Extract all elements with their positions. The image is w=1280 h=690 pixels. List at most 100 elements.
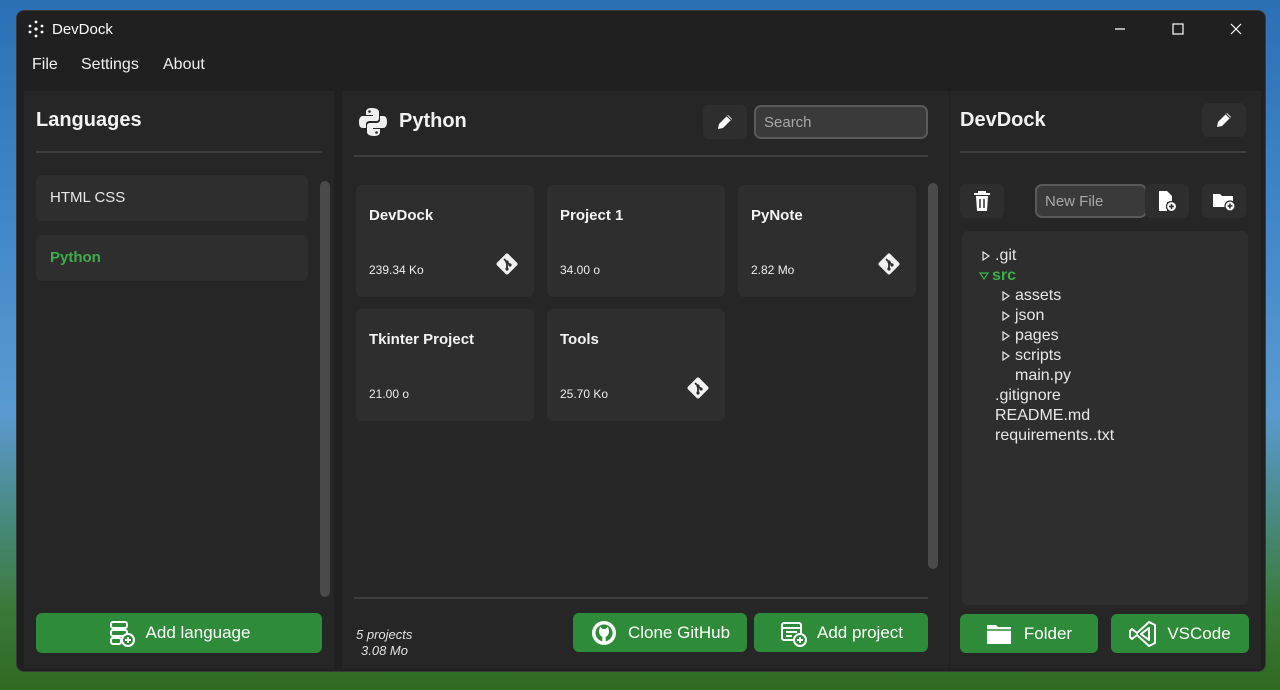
language-label: HTML CSS <box>50 189 126 206</box>
project-size: 2.82 Mo <box>751 263 795 277</box>
project-size: 34.00 o <box>560 263 601 277</box>
tree-node-scripts[interactable]: scripts <box>1002 347 1061 365</box>
tree-node-label: assets <box>1015 287 1062 304</box>
minimize-icon <box>1115 28 1125 30</box>
project-card-devdock[interactable]: DevDock 239.34 Ko <box>356 185 534 297</box>
tree-node-json[interactable]: json <box>1002 307 1044 325</box>
clone-github-label: Clone GitHub <box>627 622 731 642</box>
files-panel: DevDock New File .git src assets json pa… <box>950 91 1261 669</box>
projects-header-divider <box>354 155 928 157</box>
project-search-input[interactable] <box>754 105 928 139</box>
pencil-icon <box>718 115 732 129</box>
edit-project-button[interactable] <box>1202 103 1246 137</box>
clone-github-button[interactable]: Clone GitHub <box>573 613 747 652</box>
tree-node-readme[interactable]: README.md <box>995 407 1090 425</box>
app-logo-icon <box>28 20 44 38</box>
tree-node-label: src <box>992 267 1017 284</box>
language-label: Python <box>50 249 101 266</box>
tree-node-label: scripts <box>1015 347 1062 364</box>
title-bar[interactable]: DevDock <box>17 11 1265 47</box>
project-name: Project 1 <box>560 207 624 224</box>
tree-node-git[interactable]: .git <box>982 247 1016 265</box>
languages-title: Languages <box>36 109 142 131</box>
window-title: DevDock <box>52 21 113 38</box>
chevron-right-icon <box>1002 291 1010 301</box>
tree-node-src[interactable]: src <box>979 267 1016 285</box>
add-project-button[interactable]: Add project <box>754 613 928 652</box>
add-project-label: Add project <box>817 622 903 642</box>
open-vscode-label: VSCode <box>1167 623 1231 643</box>
languages-divider <box>36 151 322 153</box>
tree-node-label: main.py <box>1015 367 1072 384</box>
tree-node-main-py[interactable]: main.py <box>1015 367 1071 385</box>
project-size: 25.70 Ko <box>560 387 609 401</box>
tree-node-requirements[interactable]: requirements..txt <box>995 427 1114 445</box>
project-card-pynote[interactable]: PyNote 2.82 Mo <box>738 185 916 297</box>
git-icon <box>687 377 709 399</box>
tree-node-label: README.md <box>995 407 1091 424</box>
tree-node-label: .gitignore <box>995 387 1061 404</box>
projects-scrollbar[interactable] <box>928 183 938 569</box>
languages-scrollbar[interactable] <box>320 181 330 597</box>
projects-panel: Python DevDock 239.34 Ko Project 1 34.00… <box>342 91 949 669</box>
file-tree: .git src assets json pages scripts main.… <box>962 231 1248 605</box>
close-button[interactable] <box>1207 11 1265 47</box>
github-icon <box>591 620 616 645</box>
language-item-html-css[interactable]: HTML CSS <box>36 175 308 221</box>
open-vscode-button[interactable]: VSCode <box>1111 614 1249 653</box>
delete-button[interactable] <box>960 184 1004 218</box>
git-icon <box>878 253 900 275</box>
project-total-size: 3.08 Mo <box>361 643 408 658</box>
tree-node-assets[interactable]: assets <box>1002 287 1061 305</box>
chevron-right-icon <box>1002 331 1010 341</box>
language-item-python[interactable]: Python <box>36 235 308 281</box>
add-language-button[interactable]: Add language <box>36 613 322 653</box>
project-card-project-1[interactable]: Project 1 34.00 o <box>547 185 725 297</box>
project-size: 239.34 Ko <box>369 263 424 277</box>
project-card-tools[interactable]: Tools 25.70 Ko <box>547 309 725 421</box>
new-folder-button[interactable] <box>1202 184 1246 218</box>
maximize-icon <box>1172 23 1184 35</box>
add-language-label: Add language <box>145 623 251 642</box>
add-file-icon <box>1159 191 1178 212</box>
tree-node-label: json <box>1015 307 1045 324</box>
menu-about[interactable]: About <box>163 56 205 74</box>
project-size: 21.00 o <box>369 387 410 401</box>
vscode-icon <box>1129 620 1157 647</box>
chevron-right-icon <box>1002 311 1010 321</box>
menu-settings[interactable]: Settings <box>81 56 139 74</box>
tree-node-gitignore[interactable]: .gitignore <box>995 387 1061 405</box>
add-database-icon <box>109 621 135 647</box>
menu-bar: File Settings About <box>17 47 1265 83</box>
project-name: Tools <box>560 331 599 348</box>
project-stats: 5 projects 3.08 Mo <box>356 627 412 659</box>
project-card-tkinter-project[interactable]: Tkinter Project 21.00 o <box>356 309 534 421</box>
languages-panel: Languages HTML CSS Python Add language <box>24 91 334 669</box>
new-file-button[interactable] <box>1145 184 1189 218</box>
minimize-button[interactable] <box>1091 11 1149 47</box>
files-divider <box>960 151 1246 153</box>
tree-node-pages[interactable]: pages <box>1002 327 1059 345</box>
chevron-right-icon <box>982 251 990 261</box>
project-count: 5 projects <box>356 627 413 642</box>
project-name: PyNote <box>751 207 803 224</box>
project-name: Tkinter Project <box>369 331 475 348</box>
menu-file[interactable]: File <box>32 56 58 74</box>
edit-language-button[interactable] <box>703 105 747 139</box>
open-folder-label: Folder <box>1023 623 1073 643</box>
trash-icon <box>974 191 990 211</box>
language-title: Python <box>399 110 467 132</box>
new-file-input[interactable] <box>1035 184 1147 218</box>
python-icon <box>359 108 387 136</box>
tree-node-label: .git <box>995 247 1017 264</box>
app-window: DevDock File Settings About Languages HT… <box>16 10 1266 672</box>
git-icon <box>496 253 518 275</box>
pencil-icon <box>1217 113 1231 127</box>
maximize-button[interactable] <box>1149 11 1207 47</box>
project-name: DevDock <box>369 207 434 224</box>
chevron-right-icon <box>1002 351 1010 361</box>
projects-footer-divider <box>354 597 928 599</box>
add-project-icon <box>781 621 807 647</box>
open-folder-button[interactable]: Folder <box>960 614 1098 653</box>
add-folder-icon <box>1213 194 1236 212</box>
